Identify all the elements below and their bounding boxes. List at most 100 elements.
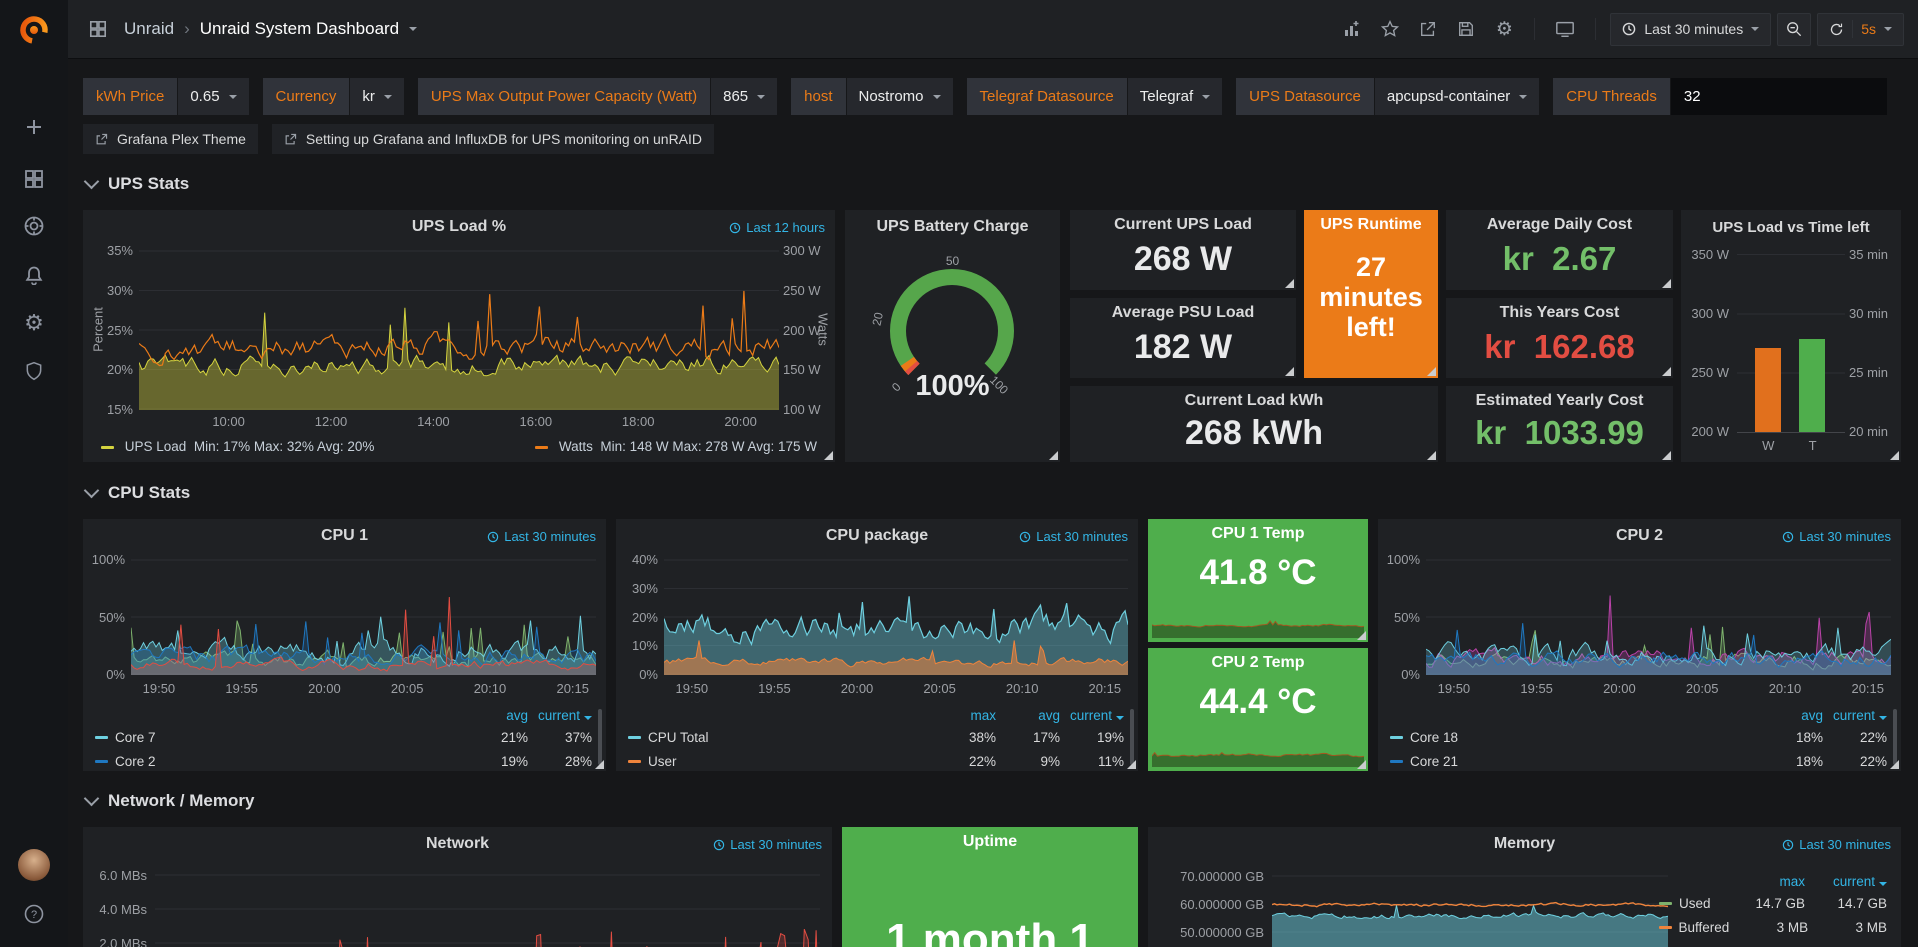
grafana-logo[interactable]: [0, 10, 68, 50]
panel-title-average-daily-cost[interactable]: Average Daily Cost: [1446, 216, 1673, 234]
memory-chart[interactable]: [1272, 867, 1668, 947]
legend-series-name[interactable]: Buffered: [1679, 920, 1730, 935]
time-override-badge: Last 30 minutes: [487, 529, 596, 544]
legend-scrollbar[interactable]: [1893, 709, 1897, 765]
cpu-threads-input[interactable]: 32: [1671, 78, 1887, 115]
share-icon[interactable]: [1412, 13, 1444, 45]
legend-row: User 22% 9% 11%: [628, 749, 1124, 773]
link-grafana-plex-theme[interactable]: Grafana Plex Theme: [83, 124, 258, 154]
legend-series-name[interactable]: Core 21: [1410, 754, 1458, 769]
panel-title-battery[interactable]: UPS Battery Charge: [845, 210, 1060, 244]
cpu2-chart[interactable]: [1426, 559, 1891, 675]
panel-title-ups-load[interactable]: UPS Load %: [83, 210, 835, 244]
legend-col-current[interactable]: current: [528, 708, 592, 723]
series-color-dash: [535, 446, 548, 449]
legend-series-watts[interactable]: Watts Min: 148 W Max: 278 W Avg: 175 W: [535, 439, 817, 454]
legend-col-current[interactable]: current: [1823, 708, 1887, 723]
legend-value: 22%: [932, 754, 996, 769]
panel-title-this-years-cost[interactable]: This Years Cost: [1446, 304, 1673, 322]
panel-title-average-psu-load[interactable]: Average PSU Load: [1070, 304, 1296, 322]
row-header-cpu-stats[interactable]: CPU Stats: [86, 483, 190, 503]
save-icon[interactable]: [1450, 13, 1482, 45]
panel-title-cpu1-temp[interactable]: CPU 1 Temp: [1148, 525, 1368, 543]
panel-title-current-load-kwh[interactable]: Current Load kWh: [1070, 392, 1438, 410]
alerting-bell-icon[interactable]: [0, 255, 68, 295]
refresh-interval-label: 5s: [1861, 21, 1876, 37]
legend-col-current[interactable]: current: [1060, 708, 1124, 723]
row-header-ups-stats[interactable]: UPS Stats: [86, 174, 189, 194]
panel-uptime: Uptime 1 month 1: [842, 827, 1138, 947]
gauge-tick-20: 20: [869, 311, 885, 327]
legend-series-name[interactable]: CPU Total: [648, 730, 709, 745]
legend-col-max[interactable]: max: [1723, 874, 1805, 889]
variable-value: 865: [723, 88, 748, 105]
variable-telegraf-datasource[interactable]: Telegraf Datasource Telegraf: [967, 78, 1223, 115]
link-ups-monitoring-guide[interactable]: Setting up Grafana and InfluxDB for UPS …: [272, 124, 714, 154]
ups-load-chart[interactable]: [139, 250, 779, 410]
legend-series-name[interactable]: User: [648, 754, 677, 769]
zoom-out-button[interactable]: [1777, 13, 1811, 46]
variable-host[interactable]: host Nostromo: [791, 78, 952, 115]
panel-title-ups-runtime[interactable]: UPS Runtime: [1304, 216, 1438, 234]
legend-col-avg[interactable]: avg: [464, 708, 528, 723]
add-panel-icon[interactable]: [1336, 13, 1368, 45]
variable-ups-datasource[interactable]: UPS Datasource apcupsd-container: [1236, 78, 1539, 115]
y-tick: 60.000000 GB: [1152, 897, 1264, 912]
user-avatar[interactable]: [0, 845, 68, 885]
legend-scrollbar[interactable]: [598, 709, 602, 765]
x-axis: 10:00 12:00 14:00 16:00 18:00 20:00: [139, 414, 779, 430]
legend-row: Core 2 19% 28%: [95, 749, 592, 773]
panel-title-uptime[interactable]: Uptime: [842, 833, 1138, 851]
add-icon[interactable]: [0, 107, 68, 147]
variable-currency[interactable]: Currency kr: [263, 78, 404, 115]
variable-cpu-threads[interactable]: CPU Threads 32: [1553, 78, 1887, 115]
legend-col-avg[interactable]: avg: [1759, 708, 1823, 723]
star-icon[interactable]: [1374, 13, 1406, 45]
panel-title-current-ups-load[interactable]: Current UPS Load: [1070, 216, 1296, 234]
chevron-down-icon: [84, 483, 100, 499]
bar-plot-area[interactable]: [1737, 254, 1845, 433]
variable-ups-max-power[interactable]: UPS Max Output Power Capacity (Watt) 865: [418, 78, 777, 115]
panel-average-daily-cost: Average Daily Cost kr 2.67: [1446, 210, 1673, 290]
settings-gear-icon[interactable]: ⚙: [0, 303, 68, 343]
y-axis-right: 35 min30 min 25 min20 min: [1849, 247, 1897, 439]
variable-kwh-price[interactable]: kWh Price 0.65: [83, 78, 249, 115]
time-override-badge: Last 30 minutes: [713, 837, 822, 852]
panel-title-cpu2-temp[interactable]: CPU 2 Temp: [1148, 654, 1368, 672]
bar-time: [1799, 339, 1825, 432]
refresh-picker[interactable]: 5s: [1817, 13, 1904, 46]
dashboard-title-caret-icon[interactable]: [409, 27, 417, 31]
panel-title-load-vs-time[interactable]: UPS Load vs Time left: [1681, 210, 1901, 244]
legend-series-name[interactable]: Core 7: [115, 730, 156, 745]
legend-col-max[interactable]: max: [932, 708, 996, 723]
legend-series-name[interactable]: Core 2: [115, 754, 156, 769]
legend-value: 18%: [1759, 730, 1823, 745]
panel-title-estimated-yearly-cost[interactable]: Estimated Yearly Cost: [1446, 392, 1673, 410]
dashboard-settings-icon[interactable]: ⚙: [1488, 13, 1520, 45]
legend-col-avg[interactable]: avg: [996, 708, 1060, 723]
tv-mode-icon[interactable]: [1549, 13, 1581, 45]
time-range-picker[interactable]: Last 30 minutes: [1610, 13, 1771, 46]
dashboard-title[interactable]: Unraid System Dashboard: [200, 19, 399, 39]
time-override-badge: Last 30 minutes: [1782, 837, 1891, 852]
legend-row: CPU Total 38% 17% 19%: [628, 725, 1124, 749]
bar-watts: [1755, 348, 1781, 432]
variable-value: apcupsd-container: [1387, 88, 1510, 105]
legend-col-current[interactable]: current: [1805, 874, 1887, 889]
breadcrumb-folder[interactable]: Unraid: [124, 19, 174, 39]
cpu-package-chart[interactable]: [664, 559, 1128, 675]
help-icon[interactable]: ?: [0, 894, 68, 934]
shield-icon[interactable]: [0, 351, 68, 391]
row-header-network-memory[interactable]: Network / Memory: [86, 791, 254, 811]
legend-series-name[interactable]: Core 18: [1410, 730, 1458, 745]
zoom-out-icon: [1786, 21, 1802, 37]
dashboards-icon[interactable]: [0, 159, 68, 199]
apps-grid-icon[interactable]: [82, 13, 114, 45]
cpu1-chart[interactable]: [131, 559, 596, 675]
legend-value: 3 MB: [1808, 920, 1887, 935]
legend-series-ups-load[interactable]: UPS Load Min: 17% Max: 32% Avg: 20%: [101, 439, 374, 454]
network-chart[interactable]: [155, 867, 820, 947]
legend-series-name[interactable]: Used: [1679, 896, 1711, 911]
legend-scrollbar[interactable]: [1130, 709, 1134, 765]
explore-icon[interactable]: [0, 206, 68, 246]
